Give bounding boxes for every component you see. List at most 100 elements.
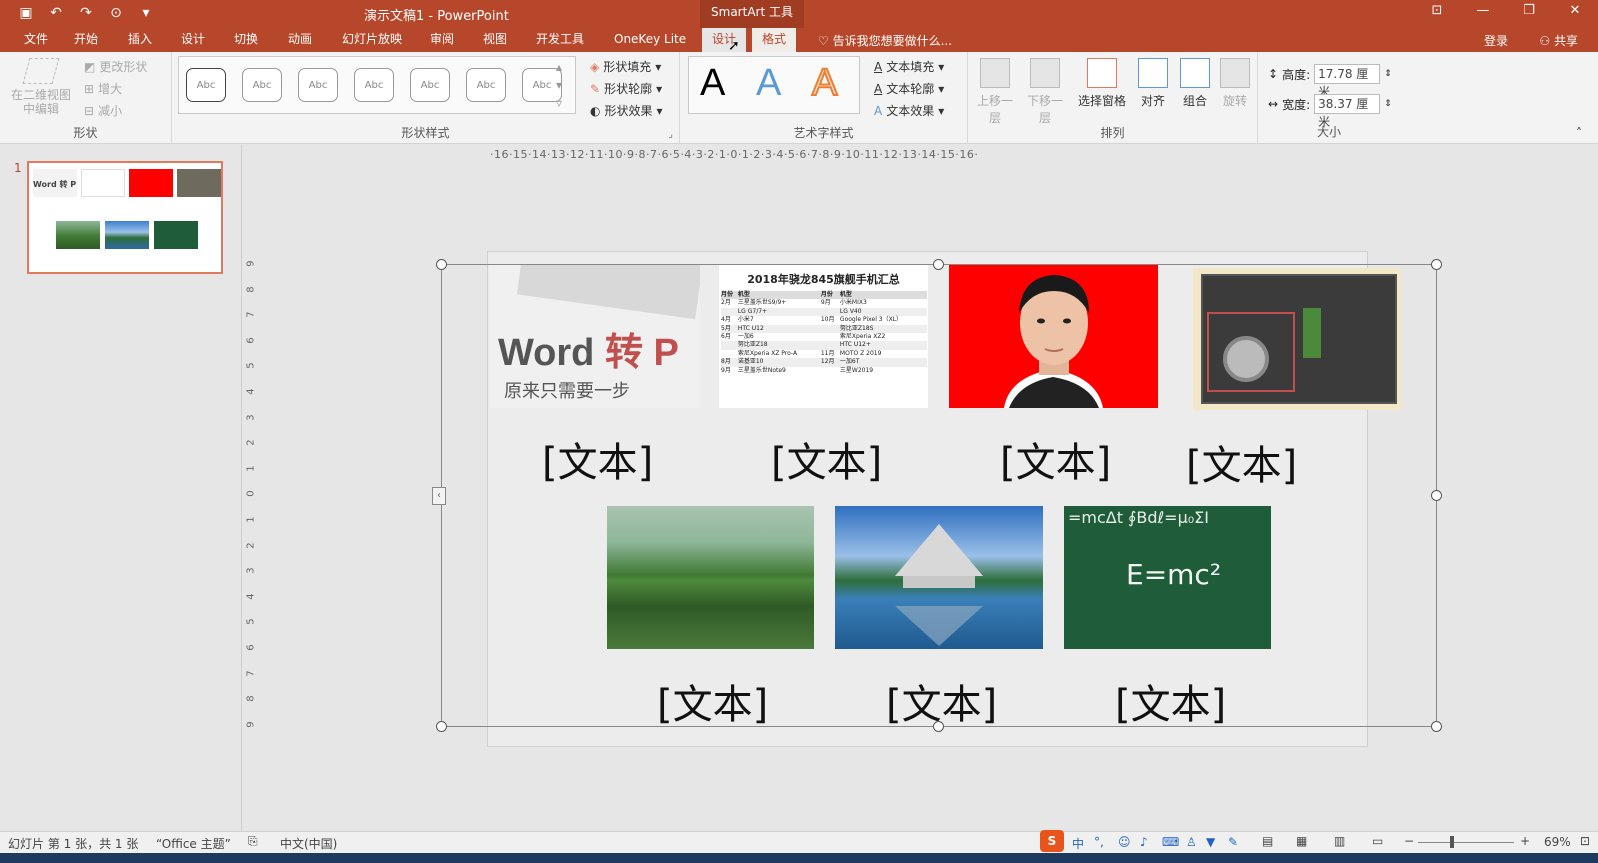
thumbnail-number: 1 [14,161,22,175]
smartart-selection-frame[interactable] [441,264,1437,727]
tab-review[interactable]: 审阅 [420,28,464,52]
resize-handle-right[interactable] [1431,490,1442,501]
selection-pane-button[interactable]: 选择窗格 [1074,58,1130,109]
align-label: 对齐 [1140,94,1165,108]
ribbon-display-icon[interactable]: ⊡ [1414,0,1460,20]
vertical-ruler: 9 8 7 6 5 4 3 2 1 0 1 2 3 4 5 6 7 8 9 [246,258,262,738]
normal-view-icon[interactable]: ▤ [1262,834,1273,848]
paint-bucket-icon: ◈ [590,59,600,74]
tab-slideshow[interactable]: 幻灯片放映 [332,28,412,52]
language-status[interactable]: 中文(中国) [280,835,337,852]
send-backward-button[interactable]: 下移一层 [1022,58,1068,126]
theme-status: “Office 主题” [156,837,231,851]
wordart-style-blue[interactable]: A [756,62,781,105]
width-input[interactable]: 38.37 厘米 [1314,94,1381,129]
fit-slide-icon[interactable]: ⊡ [1580,834,1590,848]
windows-taskbar [0,853,1598,863]
tab-developer[interactable]: 开发工具 [526,28,594,52]
resize-handle-top-left[interactable] [436,259,447,270]
close-icon[interactable]: ✕ [1552,0,1598,20]
share-button[interactable]: ⚇ 共享 [1539,32,1578,49]
undo-icon[interactable]: ↶ [44,2,68,24]
selection-pane-icon [1087,58,1117,88]
minimize-icon[interactable]: — [1460,0,1506,20]
shape-style-5[interactable]: Abc [410,68,450,102]
larger-button[interactable]: ⊞ 增大 [84,80,122,97]
tab-design[interactable]: 设计 [171,28,215,52]
save-icon[interactable]: ▣ [14,2,38,24]
reading-view-icon[interactable]: ▥ [1334,834,1345,848]
slide-thumbnail[interactable]: Word 转 P [27,161,223,274]
shape-effects-button[interactable]: ◐ 形状效果 ▾ [590,102,663,119]
slide-count-status: 幻灯片 第 1 张，共 1 张 [8,837,139,851]
text-pane-toggle-icon[interactable]: ‹ [432,487,446,505]
zoom-level[interactable]: 69% [1544,835,1571,849]
slide-sorter-icon[interactable]: ▦ [1296,834,1307,848]
bring-forward-button[interactable]: 上移一层 [972,58,1018,126]
change-shape-button[interactable]: ◩ 更改形状 [84,58,147,75]
ime-emoji-icon[interactable]: ☺ [1118,835,1131,849]
tell-me-text: 告诉我您想要做什么... [832,34,953,48]
tell-me-search[interactable]: ♡ 告诉我您想要做什么... [818,32,952,49]
ime-voice-icon[interactable]: ♪ [1140,835,1148,849]
collapse-ribbon-icon[interactable]: ˄ [1576,126,1582,140]
tab-smartart-format[interactable]: 格式 [752,28,797,52]
shape-style-4[interactable]: Abc [354,68,394,102]
spellcheck-icon[interactable]: ⎘ [248,834,258,849]
zoom-out-icon[interactable]: − [1404,834,1414,848]
smaller-button[interactable]: ⊟ 减小 [84,102,122,119]
wordart-style-black[interactable]: A [700,62,725,105]
shape-fill-button[interactable]: ◈ 形状填充 ▾ [590,58,661,75]
ime-user-icon[interactable]: ♙ [1186,835,1197,849]
sogou-ime-icon[interactable]: S [1040,830,1064,852]
resize-handle-bottom-left[interactable] [436,721,447,732]
bring-forward-icon [980,58,1010,88]
login-link[interactable]: 登录 [1484,32,1508,49]
tab-insert[interactable]: 插入 [118,28,162,52]
gallery-more-icon[interactable]: ▿ [556,96,562,110]
gallery-scroll-up-icon[interactable]: ▴ [556,60,562,74]
zoom-slider[interactable] [1418,836,1514,848]
shape-style-3[interactable]: Abc [298,68,338,102]
resize-handle-top-right[interactable] [1431,259,1442,270]
text-effects-button[interactable]: A 文本效果 ▾ [874,102,944,119]
ime-mode[interactable]: 中 [1072,835,1084,852]
ime-skin-icon[interactable]: ▼ [1206,835,1215,849]
shape-style-2[interactable]: Abc [242,68,282,102]
shape-outline-button[interactable]: ✎ 形状轮廓 ▾ [590,80,662,97]
align-button[interactable]: 对齐 [1130,58,1176,109]
gallery-scroll-down-icon[interactable]: ▾ [556,78,562,92]
ime-keyboard-icon[interactable]: ⌨ [1162,835,1179,849]
maximize-icon[interactable]: ❐ [1506,0,1552,20]
shapes-group-label: 形状 [73,126,98,140]
tab-file[interactable]: 文件 [14,28,58,52]
text-outline-button[interactable]: A 文本轮廓 ▾ [874,80,944,97]
width-spinner-icon[interactable]: ⇕ [1384,99,1392,109]
edit-in-2d-button[interactable]: 在二维视图中编辑 [8,58,74,116]
shape-style-1[interactable]: Abc [186,68,226,102]
customize-qat-icon[interactable]: ▾ [134,2,158,24]
text-effects-icon: A [874,103,883,118]
rotate-button[interactable]: 旋转 [1212,58,1258,109]
zoom-in-icon[interactable]: + [1520,834,1530,848]
resize-handle-top[interactable] [933,259,944,270]
slideshow-view-icon[interactable]: ▭ [1372,834,1383,848]
tab-animations[interactable]: 动画 [278,28,322,52]
wordart-style-orange-outline[interactable]: A [811,61,838,105]
tab-home[interactable]: 开始 [64,28,108,52]
start-slideshow-icon[interactable]: ⊙ [104,2,128,24]
zoom-slider-thumb[interactable] [1449,836,1454,848]
shape-style-6[interactable]: Abc [466,68,506,102]
resize-handle-bottom-right[interactable] [1431,721,1442,732]
tab-view[interactable]: 视图 [473,28,517,52]
ime-punct-icon[interactable]: °, [1094,835,1104,849]
resize-handle-bottom[interactable] [933,721,944,732]
height-input[interactable]: 17.78 厘米 [1314,64,1381,99]
ime-tools-icon[interactable]: ✎ [1228,835,1238,849]
redo-icon[interactable]: ↷ [74,2,98,24]
dialog-launcher-icon[interactable]: ⌟ [668,129,673,140]
tab-transitions[interactable]: 切换 [224,28,268,52]
tab-onekey[interactable]: OneKey Lite [604,28,696,52]
text-fill-button[interactable]: A 文本填充 ▾ [874,58,944,75]
height-spinner-icon[interactable]: ⇕ [1384,69,1392,79]
